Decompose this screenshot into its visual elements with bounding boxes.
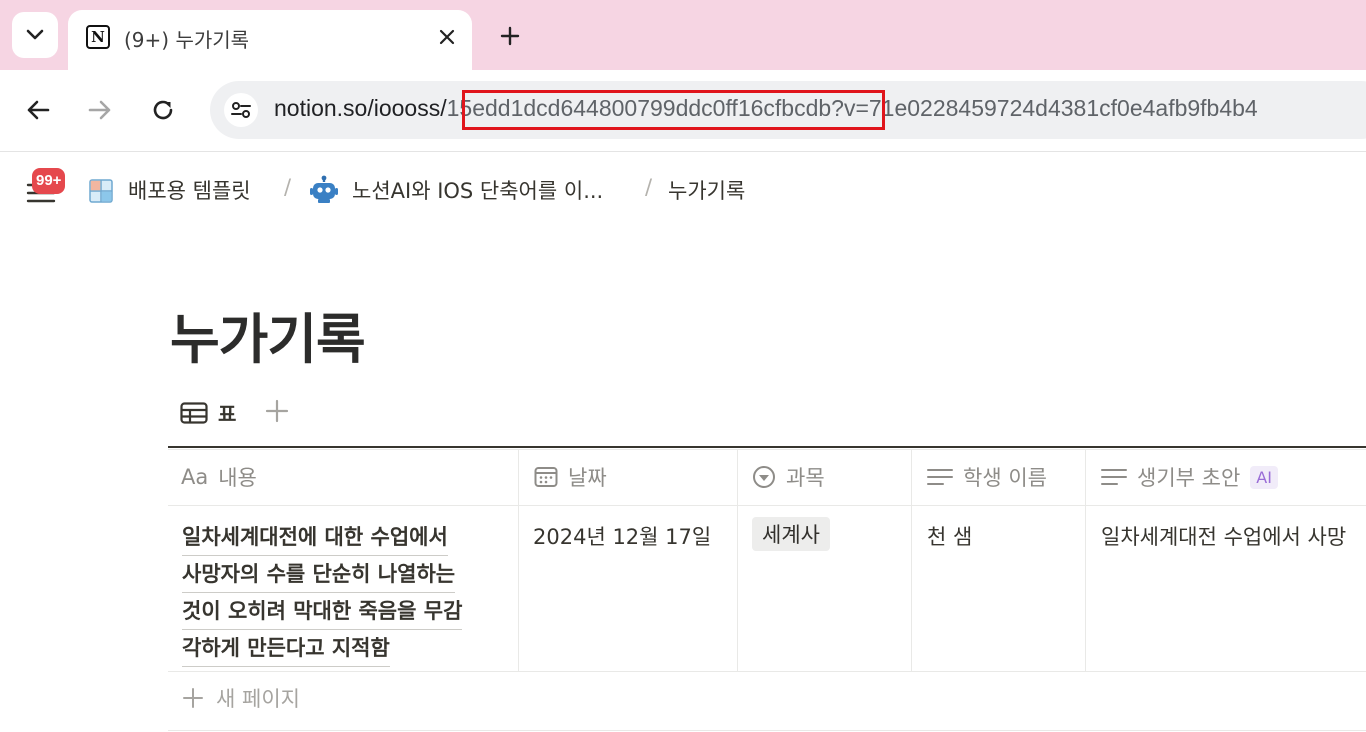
column-divider[interactable] [737,449,738,671]
column-header-label: 과목 [786,466,825,490]
column-header-draft[interactable]: 생기부 초안 AI [1101,449,1278,505]
breadcrumb-item-parent[interactable]: 노션AI와 IOS 단축어를 이... [352,175,603,205]
table-border-header [168,505,1366,506]
row-draft-cell[interactable]: 일차세계대전 수업에서 사망 [1101,521,1366,551]
title-property-icon: Aa [181,465,209,489]
row-title-cell[interactable]: 일차세계대전에 대한 수업에서 사망자의 수를 단순히 나열하는 것이 오히려 … [182,519,463,667]
notion-logo-icon: N [86,25,110,49]
column-header-label: 학생 이름 [963,466,1047,490]
browser-tab-active[interactable]: N (9+) 누가기록 [68,10,472,72]
text-property-icon [1101,469,1127,485]
breadcrumb-separator: / [645,175,653,199]
site-info-button[interactable] [224,93,258,127]
column-header-label: 날짜 [568,466,607,490]
column-header-student[interactable]: 학생 이름 [927,449,1047,505]
row-title-line: 일차세계대전에 대한 수업에서 [182,519,448,556]
add-view-icon[interactable] [264,398,290,424]
column-divider[interactable] [911,449,912,671]
new-page-label: 새 페이지 [216,687,300,711]
table-icon [180,401,208,424]
robot-icon [310,175,338,203]
column-header-date[interactable]: 날짜 [534,449,607,505]
chevron-down-icon [26,29,44,40]
row-title-line: 사망자의 수를 단순히 나열하는 [182,556,456,593]
column-header-label: 내용 [218,466,257,490]
column-header-subject[interactable]: 과목 [752,449,825,505]
new-page-button[interactable]: 새 페이지 [182,683,300,713]
url-query: ?v=71e0228459724d4381cf0e4afb9fb4b4 [831,95,1258,121]
column-header-label: 생기부 초안 [1137,466,1241,490]
row-subject-tag[interactable]: 세계사 [752,517,830,551]
ai-chip: AI [1250,465,1278,489]
column-divider[interactable] [518,449,519,671]
text-property-icon [927,469,953,485]
breadcrumb-item-current[interactable]: 누가기록 [668,175,745,205]
tab-strip: N (9+) 누가기록 [0,0,1366,72]
tune-icon [231,102,251,118]
calendar-icon [534,467,558,487]
column-divider[interactable] [1085,449,1086,671]
row-date-cell[interactable]: 2024년 12월 17일 [533,521,711,551]
forward-button[interactable] [80,90,120,130]
table-border-bottom [168,730,1366,731]
notion-topbar: 99+ 배포용 템플릿 / 노션AI와 IOS 단축어를 이... / 누가기록 [0,153,1366,229]
back-button[interactable] [18,90,58,130]
row-title-line: 것이 오히려 막대한 죽음을 무감 [182,593,463,630]
view-tab-underline [168,446,1366,448]
tab-search-button[interactable] [12,12,58,58]
view-tab-label: 표 [218,402,237,426]
plus-icon [500,26,520,46]
view-tab-table[interactable]: 표 [180,398,236,427]
grid-icon [89,179,113,203]
column-header-content[interactable]: Aa 내용 [181,449,257,505]
arrow-left-icon [27,100,50,120]
reload-icon [153,100,173,120]
tab-close-button[interactable] [432,22,462,52]
breadcrumb-item-template[interactable]: 배포용 템플릿 [128,175,251,205]
page-title[interactable]: 누가기록 [170,295,366,374]
notification-badge[interactable]: 99+ [32,168,66,194]
select-icon [753,466,775,488]
close-icon [439,29,455,45]
row-student-cell[interactable]: 천 샘 [927,521,972,551]
url-id-highlight-box [462,90,885,130]
reload-button[interactable] [143,90,183,130]
url-domain: notion.so/ioooss/ [274,95,447,121]
tab-title: (9+) 누가기록 [124,28,250,52]
arrow-right-icon [88,100,111,120]
row-title-line: 각하게 만든다고 지적함 [182,630,390,667]
new-tab-button[interactable] [490,18,530,54]
breadcrumb-separator: / [284,175,292,199]
table-border-row [168,671,1366,672]
plus-icon [183,688,203,708]
